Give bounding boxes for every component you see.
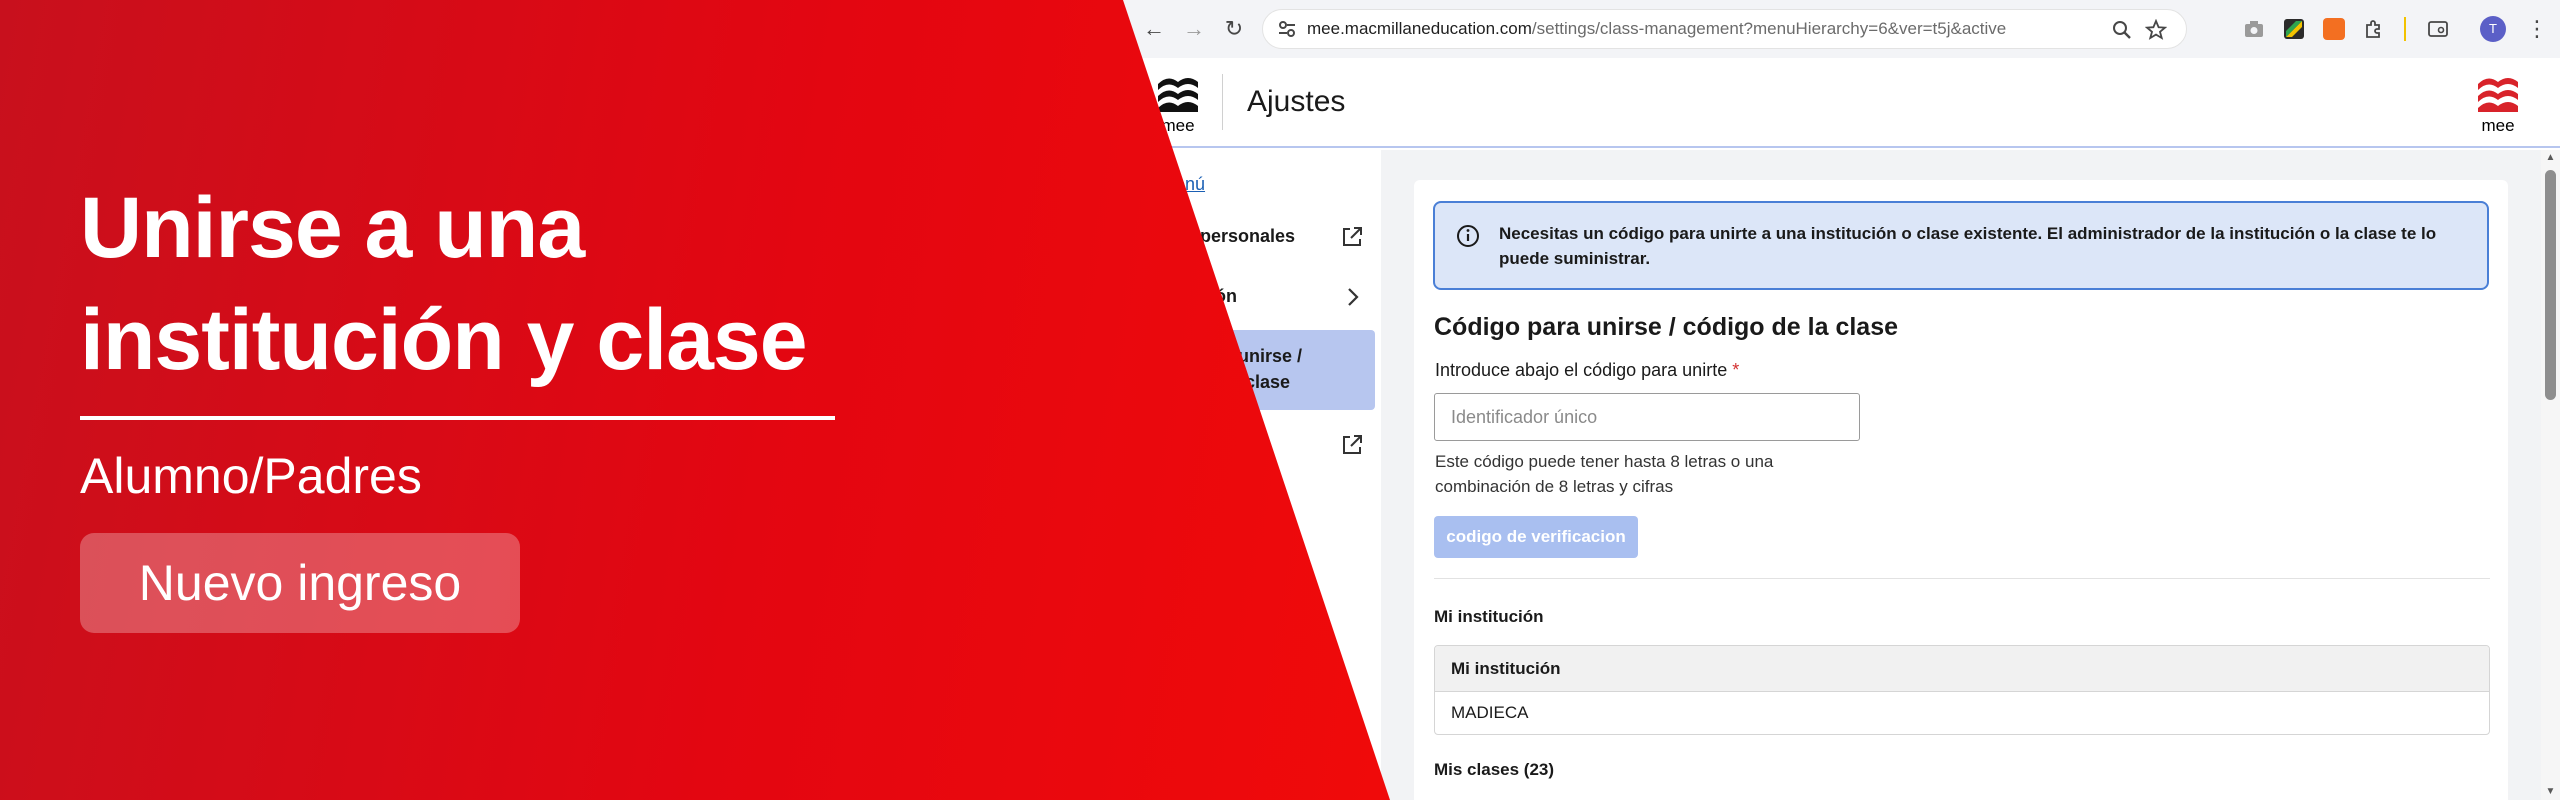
banner-pill: Nuevo ingreso <box>80 533 520 633</box>
forward-arrow-icon[interactable]: → <box>1180 15 1208 43</box>
banner-title: Unirse a una institución y clase <box>80 172 880 396</box>
mee-logo-mark-red-icon <box>2478 78 2518 112</box>
address-bar[interactable]: mee.macmillaneducation.com/settings/clas… <box>1262 9 2187 49</box>
code-field-label: Introduce abajo el código para unirte * <box>1435 360 1739 381</box>
external-link-icon <box>1343 227 1362 246</box>
header-divider <box>1222 74 1223 130</box>
profile-avatar[interactable]: T <box>2480 16 2506 42</box>
extensions-puzzle-icon[interactable] <box>2363 18 2385 40</box>
sidebar-item-label: personales <box>1200 226 1296 246</box>
main-content: Necesitas un código para unirte a una in… <box>1381 150 2541 800</box>
sidebar-item-label-line1: unirse / <box>1238 346 1303 366</box>
banner-title-line2: institución y clase <box>80 292 808 388</box>
url-host: mee.macmillaneducation.com <box>1307 19 1532 38</box>
toolbar-separator <box>2404 17 2406 41</box>
banner-title-line1: Unirse a una <box>80 180 585 276</box>
verify-code-button[interactable]: codigo de verificacion <box>1434 516 1638 558</box>
scrollbar-thumb[interactable] <box>2545 170 2556 400</box>
tab-search-icon[interactable] <box>2427 18 2449 40</box>
back-arrow-icon[interactable]: ← <box>1140 15 1168 43</box>
scroll-down-icon[interactable]: ▼ <box>2545 786 2556 798</box>
external-link-icon <box>1343 435 1362 454</box>
chevron-right-icon <box>1348 288 1359 306</box>
join-code-input[interactable] <box>1434 393 1860 441</box>
site-settings-icon[interactable] <box>1277 19 1297 39</box>
scroll-up-icon[interactable]: ▲ <box>2545 152 2556 164</box>
table-header: Mi institución <box>1435 646 2489 692</box>
join-class-card: Necesitas un código para unirte a una in… <box>1414 180 2508 800</box>
info-icon <box>1457 225 1479 247</box>
zoom-icon[interactable] <box>2111 19 2133 41</box>
camera-icon[interactable] <box>2243 18 2265 40</box>
page-scrollbar[interactable]: ▲ ▼ <box>2541 150 2560 800</box>
code-help-text: Este código puede tener hasta 8 letras o… <box>1435 452 1774 496</box>
mee-logo-right[interactable]: mee <box>2476 72 2520 134</box>
classes-heading: Mis clases (23) <box>1434 760 1555 779</box>
extension-orange-icon[interactable] <box>2323 18 2345 40</box>
section-title: Código para unirse / código de la clase <box>1434 313 1899 341</box>
browser-menu-icon[interactable]: ⋮ <box>2526 14 2548 44</box>
info-alert: Necesitas un código para unirte a una in… <box>1433 201 2489 290</box>
extension-color-icon[interactable] <box>2283 18 2305 40</box>
section-divider <box>1434 578 2490 579</box>
institution-table: Mi institución MADIECA <box>1434 645 2490 735</box>
url-path: /settings/class-management?menuHierarchy… <box>1531 19 2007 38</box>
url-text: mee.macmillaneducation.com/settings/clas… <box>1307 10 2007 48</box>
field-label-text: Introduce abajo el código para unirte <box>1435 360 1728 380</box>
institution-heading: Mi institución <box>1434 607 1544 626</box>
table-row: MADIECA <box>1451 703 1529 722</box>
required-mark: * <box>1732 360 1740 380</box>
reload-icon[interactable]: ↻ <box>1220 15 1248 43</box>
banner-rule <box>80 416 835 420</box>
banner-subtitle: Alumno/Padres <box>80 448 422 504</box>
alert-message: Necesitas un código para unirte a una in… <box>1499 224 2437 268</box>
logo-label-right: mee <box>2481 116 2515 135</box>
mee-logo-mark-icon <box>1158 78 1198 112</box>
page-title: Ajustes <box>1247 85 1346 118</box>
bookmark-star-icon[interactable] <box>2145 19 2167 41</box>
